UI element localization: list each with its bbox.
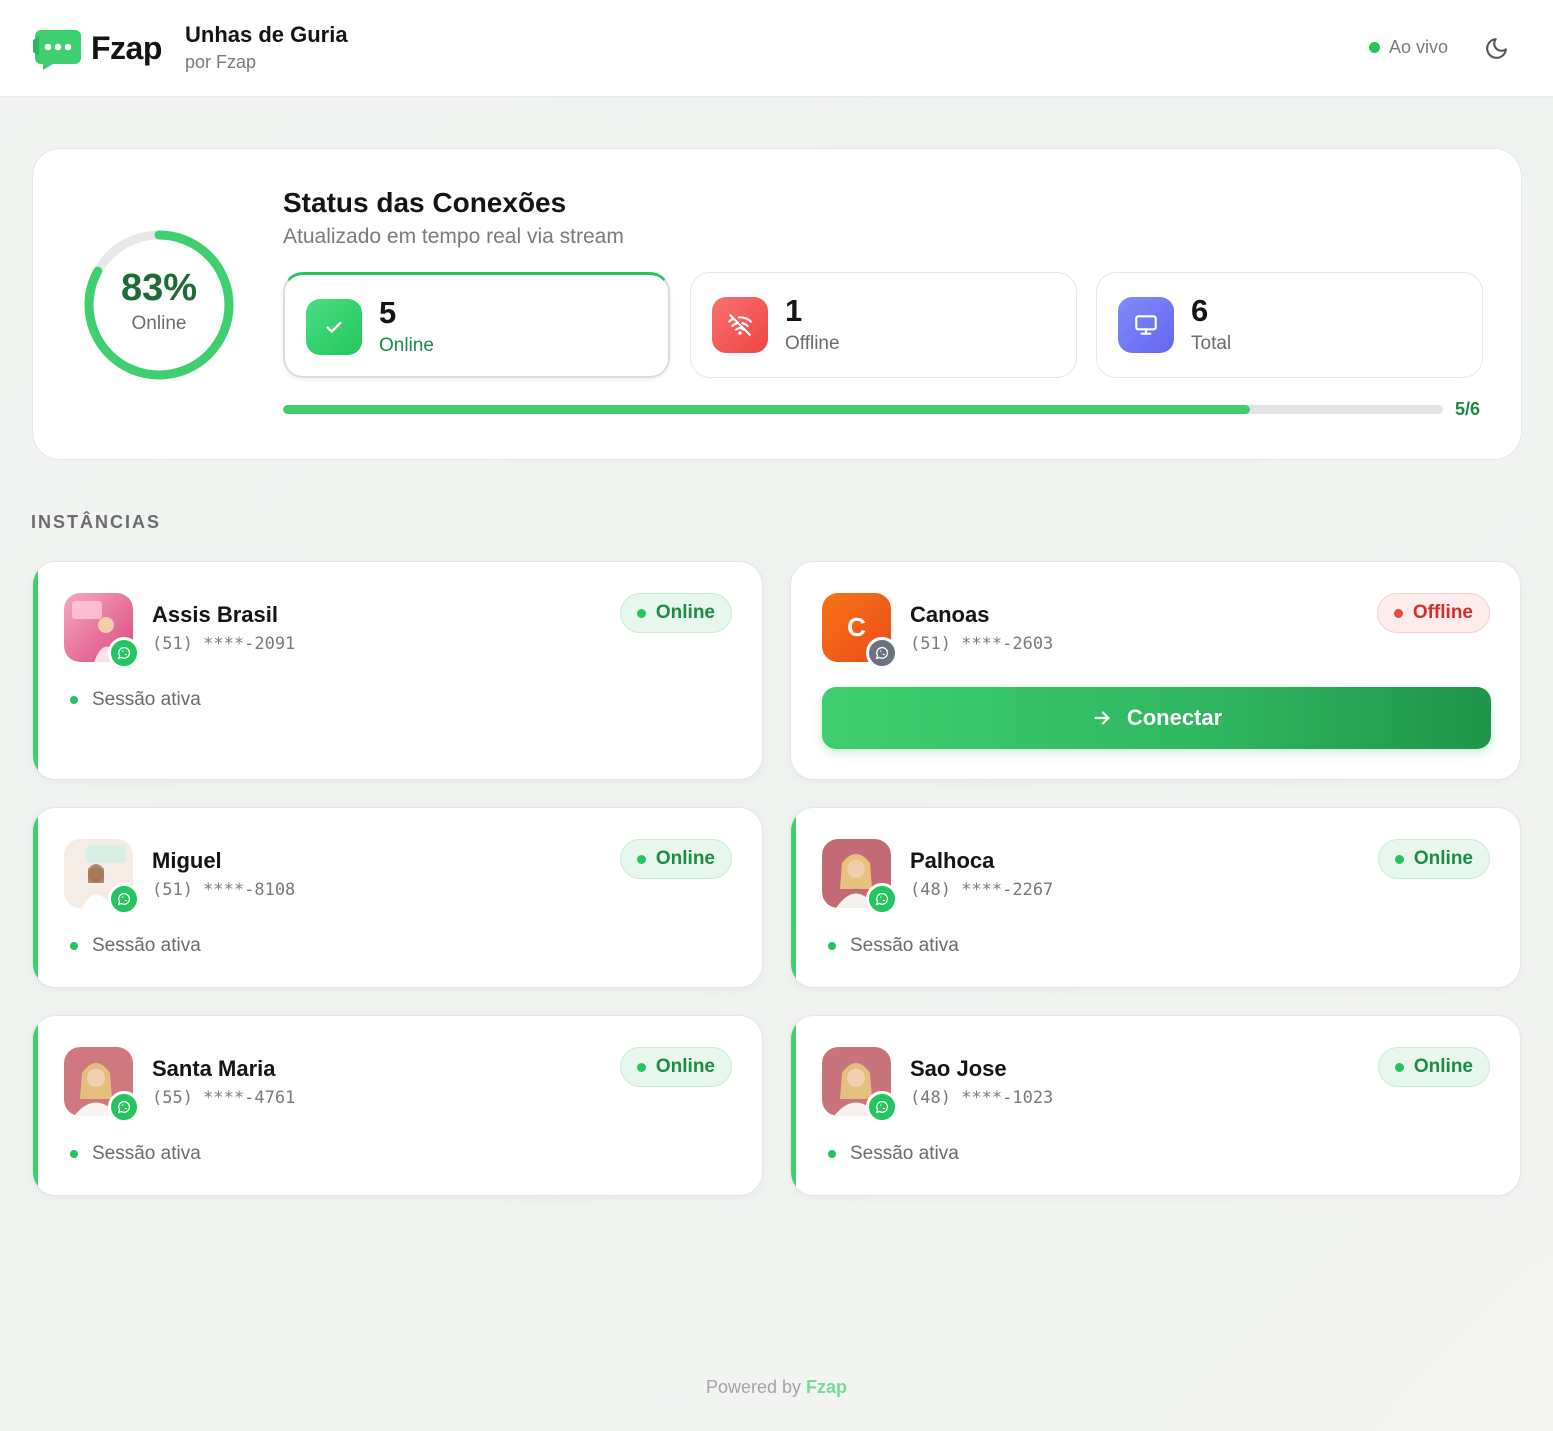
stat-offline-label: Offline	[785, 333, 840, 354]
status-badge-label: Online	[655, 602, 715, 623]
status-dot-icon	[1394, 1062, 1404, 1072]
monitor-icon	[1118, 297, 1174, 353]
session-dot-icon	[828, 942, 836, 950]
status-badge: Online	[619, 839, 732, 879]
footer-brand-link[interactable]: Fzap	[806, 1377, 847, 1397]
instance-name: Santa Maria	[152, 1056, 276, 1081]
chat-bubble-logo-icon	[33, 30, 81, 70]
online-progress-fill	[283, 405, 1250, 414]
status-badge: Online	[619, 593, 732, 633]
stat-total-box[interactable]: 6 Total	[1096, 272, 1483, 378]
instance-name: Miguel	[152, 848, 222, 873]
status-dot-icon	[1393, 608, 1403, 618]
avatar	[64, 839, 140, 915]
stat-online-box[interactable]: 5 Online	[283, 272, 670, 378]
whatsapp-icon	[866, 1091, 898, 1123]
instance-phone: (48) ****-1023	[910, 1088, 1054, 1108]
instance-phone: (55) ****-4761	[152, 1088, 296, 1108]
instance-name: Sao Jose	[910, 1056, 1007, 1081]
connect-button[interactable]: Conectar	[822, 687, 1491, 749]
avatar	[822, 839, 898, 915]
instance-card-sao-jose[interactable]: Sao Jose (48) ****-1023 Online Sessão at…	[790, 1015, 1521, 1196]
instance-name: Palhoca	[910, 848, 995, 873]
status-badge-label: Online	[1413, 1056, 1473, 1077]
check-icon	[306, 299, 362, 355]
avatar	[822, 1047, 898, 1123]
status-badge: Online	[1377, 1047, 1490, 1087]
moon-icon[interactable]	[1484, 36, 1509, 61]
status-badge-label: Online	[655, 1056, 715, 1077]
session-status: Sessão ativa	[70, 1143, 201, 1165]
session-dot-icon	[70, 696, 78, 704]
session-status: Sessão ativa	[70, 935, 201, 957]
status-dot-icon	[636, 854, 646, 864]
organization-name: Unhas de Guria	[185, 22, 348, 47]
session-status: Sessão ativa	[828, 935, 959, 957]
status-badge-label: Online	[655, 848, 715, 869]
status-subtitle: Atualizado em tempo real via stream	[283, 225, 624, 248]
whatsapp-icon	[108, 637, 140, 669]
instance-phone: (48) ****-2267	[910, 880, 1054, 900]
footer-prefix: Powered by	[705, 1377, 802, 1397]
session-label: Sessão ativa	[850, 1143, 959, 1164]
footer: Powered by Fzap	[0, 1377, 1553, 1398]
brand-logo-text: Fzap	[91, 30, 162, 66]
instance-phone: (51) ****-8108	[152, 880, 296, 900]
session-label: Sessão ativa	[92, 1143, 201, 1164]
avatar: C	[822, 593, 898, 669]
session-dot-icon	[828, 1150, 836, 1158]
organization-subtitle: por Fzap	[185, 52, 257, 72]
stat-offline-box[interactable]: 1 Offline	[690, 272, 1077, 378]
status-badge: Offline	[1376, 593, 1490, 633]
status-badge-label: Online	[1413, 848, 1473, 869]
online-progress-label: 5/6	[1455, 399, 1481, 419]
instance-card-assis-brasil[interactable]: Assis Brasil (51) ****-2091 Online Sessã…	[32, 561, 763, 780]
status-dot-icon	[636, 1062, 646, 1072]
session-dot-icon	[70, 1150, 78, 1158]
avatar	[64, 1047, 140, 1123]
session-label: Sessão ativa	[850, 935, 959, 956]
whatsapp-icon	[108, 883, 140, 915]
stat-offline-count: 1	[785, 293, 803, 328]
status-title: Status das Conexões	[283, 187, 567, 218]
instance-name: Assis Brasil	[152, 602, 278, 627]
instance-card-miguel[interactable]: Miguel (51) ****-8108 Online Sessão ativ…	[32, 807, 763, 988]
session-status: Sessão ativa	[828, 1143, 959, 1165]
online-percentage-caption: Online	[131, 313, 187, 334]
instances-section-title: INSTÂNCIAS	[31, 512, 162, 532]
avatar	[64, 593, 140, 669]
instance-card-canoas[interactable]: C Canoas (51) ****-2603 Offline Conectar	[790, 561, 1521, 780]
stat-total-count: 6	[1191, 293, 1209, 328]
status-dot-icon	[636, 608, 646, 618]
instance-card-santa-maria[interactable]: Santa Maria (55) ****-4761 Online Sessão…	[32, 1015, 763, 1196]
status-dot-icon	[1394, 854, 1404, 864]
live-label: Ao vivo	[1389, 37, 1449, 57]
session-label: Sessão ativa	[92, 935, 201, 956]
status-badge: Online	[1377, 839, 1490, 879]
connection-status-card: 83% Online Status das Conexões Atualizad…	[32, 148, 1522, 460]
live-indicator: Ao vivo	[1369, 37, 1448, 58]
whatsapp-icon	[866, 637, 898, 669]
stat-online-count: 5	[379, 295, 397, 330]
whatsapp-icon	[108, 1091, 140, 1123]
online-percentage-value: 83%	[120, 267, 198, 309]
live-dot-icon	[1369, 42, 1380, 53]
session-status: Sessão ativa	[70, 689, 201, 711]
connect-button-label: Conectar	[1126, 705, 1223, 730]
instance-card-palhoca[interactable]: Palhoca (48) ****-2267 Online Sessão ati…	[790, 807, 1521, 988]
stat-online-label: Online	[379, 335, 434, 356]
stat-total-label: Total	[1191, 333, 1232, 354]
status-badge: Online	[619, 1047, 732, 1087]
arrow-right-icon	[1094, 711, 1110, 725]
top-header: Fzap Unhas de Guria por Fzap Ao vivo	[0, 0, 1553, 97]
status-badge-label: Offline	[1412, 602, 1473, 623]
instance-phone: (51) ****-2603	[910, 634, 1054, 654]
whatsapp-icon	[866, 883, 898, 915]
instance-name: Canoas	[910, 602, 990, 627]
instance-phone: (51) ****-2091	[152, 634, 296, 654]
online-progress-bar	[283, 405, 1443, 414]
session-dot-icon	[70, 942, 78, 950]
session-label: Sessão ativa	[92, 689, 201, 710]
wifi-off-icon	[712, 297, 768, 353]
